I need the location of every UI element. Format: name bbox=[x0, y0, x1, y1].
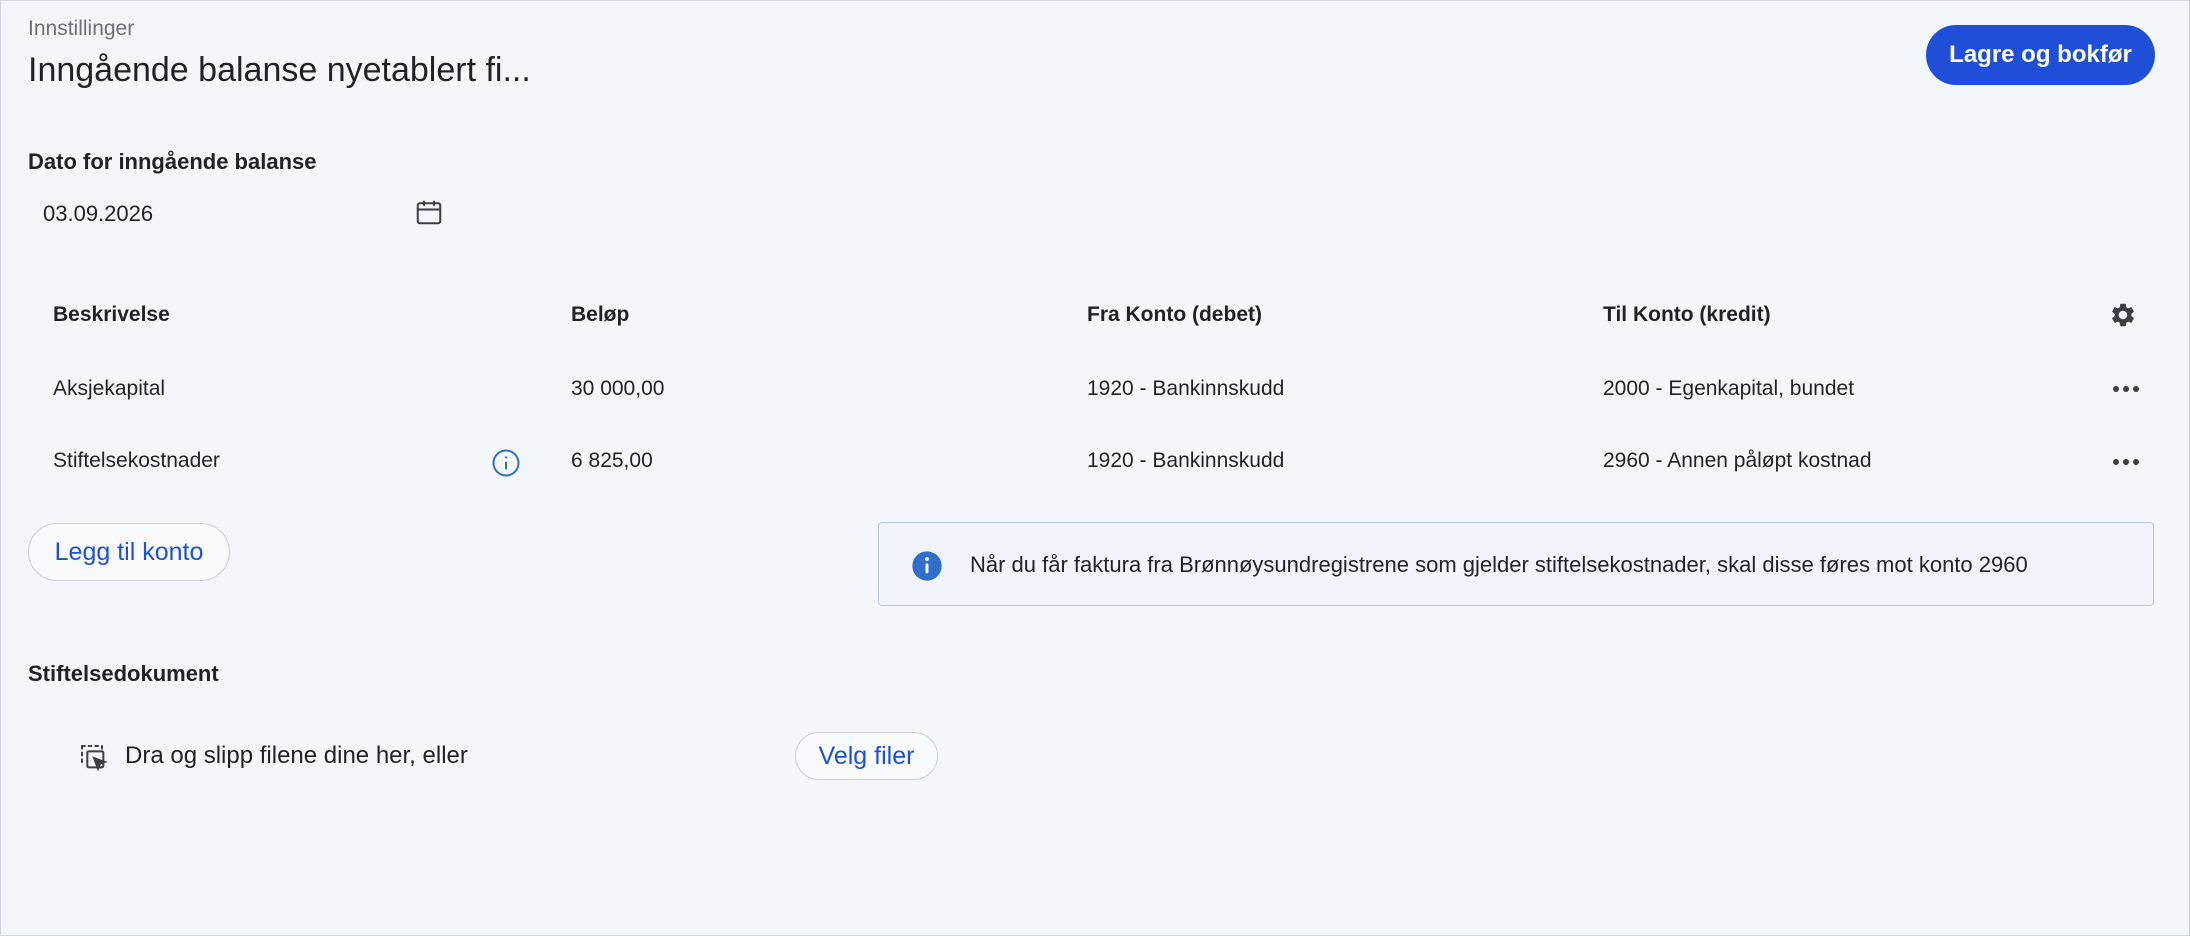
column-header-description: Beskrivelse bbox=[53, 303, 170, 326]
calendar-icon[interactable] bbox=[414, 197, 444, 227]
row-2-from-account: 1920 - Bankinnskudd bbox=[1087, 449, 1285, 472]
column-header-from-account: Fra Konto (debet) bbox=[1087, 303, 1262, 326]
date-input[interactable]: 03.09.2026 bbox=[28, 193, 448, 237]
column-header-to-account: Til Konto (kredit) bbox=[1603, 303, 1771, 326]
row-2-amount: 6 825,00 bbox=[571, 449, 653, 472]
row-1-to-account: 2000 - Egenkapital, bundet bbox=[1603, 377, 1855, 400]
row-2-to-account: 2960 - Annen påløpt kostnad bbox=[1603, 449, 1872, 472]
drag-drop-icon bbox=[81, 745, 108, 772]
gear-icon[interactable] bbox=[2109, 301, 2137, 329]
row-1-from-account: 1920 - Bankinnskudd bbox=[1087, 377, 1285, 400]
more-icon[interactable] bbox=[2113, 457, 2145, 467]
info-notice: Når du får faktura fra Brønnøysundregist… bbox=[878, 522, 2154, 606]
info-notice-text: Når du får faktura fra Brønnøysundregist… bbox=[970, 552, 2028, 577]
save-and-post-button[interactable]: Lagre og bokfør bbox=[1926, 25, 2155, 85]
choose-files-button[interactable]: Velg filer bbox=[795, 732, 938, 780]
documents-label: Stiftelsedokument bbox=[28, 661, 219, 686]
more-icon[interactable] bbox=[2113, 384, 2145, 394]
column-header-amount: Beløp bbox=[571, 303, 630, 326]
date-label: Dato for inngående balanse bbox=[28, 149, 317, 174]
row-2-description: Stiftelsekostnader bbox=[53, 449, 220, 472]
row-1-description: Aksjekapital bbox=[53, 377, 166, 400]
page-title: Inngående balanse nyetablert fi... bbox=[28, 51, 531, 89]
date-value[interactable]: 03.09.2026 bbox=[43, 201, 153, 227]
info-icon bbox=[912, 551, 942, 581]
drop-zone-text: Dra og slipp filene dine her, eller bbox=[125, 742, 468, 769]
add-account-button[interactable]: Legg til konto bbox=[28, 523, 230, 581]
info-icon[interactable] bbox=[491, 448, 521, 478]
row-1-amount: 30 000,00 bbox=[571, 377, 665, 400]
breadcrumb[interactable]: Innstillinger bbox=[28, 17, 134, 41]
